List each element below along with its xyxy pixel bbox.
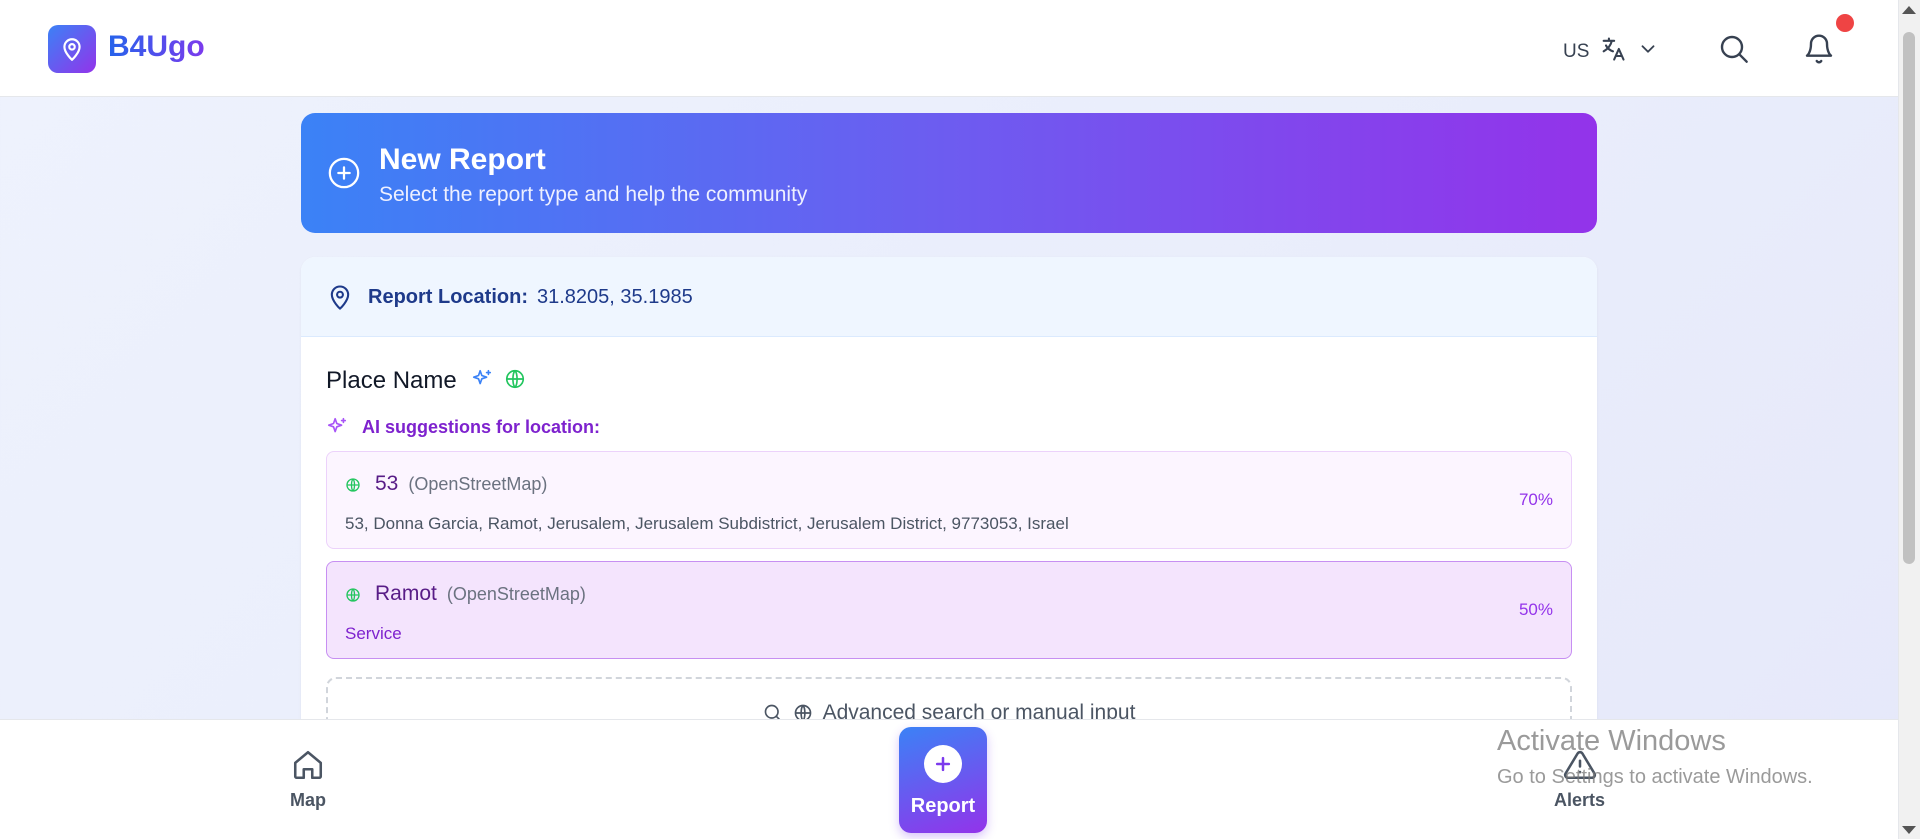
bell-icon[interactable] bbox=[1803, 32, 1835, 66]
chevron-down-icon bbox=[1641, 45, 1655, 53]
scroll-down-arrow[interactable] bbox=[1902, 826, 1916, 834]
globe-icon bbox=[346, 588, 360, 602]
suggestion-name: Ramot (OpenStreetMap) bbox=[375, 582, 586, 606]
suggestion-confidence: 50% bbox=[1518, 600, 1553, 619]
logo[interactable] bbox=[48, 25, 96, 73]
language-code: US bbox=[1563, 41, 1590, 62]
globe-icon bbox=[346, 478, 360, 492]
activate-windows-subtitle: Go to Settings to activate Windows. bbox=[1497, 766, 1813, 788]
activate-windows-title: Activate Windows bbox=[1497, 725, 1726, 757]
map-pin-icon bbox=[330, 285, 350, 310]
suggestion-confidence: 70% bbox=[1518, 490, 1553, 509]
banner-title: New Report bbox=[379, 143, 546, 176]
map-pin-icon bbox=[63, 38, 81, 61]
suggestion-item-selected[interactable]: Ramot (OpenStreetMap) Service 50% bbox=[326, 561, 1572, 659]
suggestion-description: Service bbox=[345, 624, 402, 643]
plus-circle-icon bbox=[328, 157, 360, 189]
app-name[interactable]: B4Ugo bbox=[108, 30, 205, 64]
suggestion-item[interactable]: 53 (OpenStreetMap) 53, Donna Garcia, Ramo… bbox=[326, 451, 1572, 549]
notification-badge bbox=[1836, 14, 1854, 32]
report-location-row: Report Location: 31.8205, 35.1985 bbox=[301, 257, 1597, 337]
sparkles-icon bbox=[327, 417, 347, 433]
nav-report-button[interactable]: Report bbox=[899, 727, 987, 833]
location-label: Report Location: bbox=[368, 286, 528, 308]
search-icon[interactable] bbox=[1718, 33, 1750, 65]
scroll-up-arrow[interactable] bbox=[1902, 6, 1916, 14]
globe-icon[interactable] bbox=[504, 368, 526, 390]
suggestion-description: 53, Donna Garcia, Ramot, Jerusalem, Jeru… bbox=[345, 514, 1069, 533]
suggestion-title: Ramot bbox=[375, 582, 437, 605]
location-value: 31.8205, 35.1985 bbox=[537, 286, 693, 308]
nav-alerts-label: Alerts bbox=[1554, 790, 1606, 810]
suggestion-name: 53 (OpenStreetMap) bbox=[375, 472, 547, 496]
nav-map[interactable]: Map bbox=[290, 748, 326, 811]
nav-map-label: Map bbox=[290, 790, 326, 810]
home-icon bbox=[293, 750, 323, 780]
translate-icon bbox=[1603, 37, 1625, 61]
banner-subtitle: Select the report type and help the comm… bbox=[379, 183, 808, 206]
place-name-title: Place Name bbox=[326, 367, 526, 395]
nav-report-label: Report bbox=[910, 795, 976, 817]
suggestion-source: (OpenStreetMap) bbox=[446, 584, 586, 604]
place-name-label: Place Name bbox=[326, 367, 457, 394]
new-report-banner: New Report Select the report type and he… bbox=[301, 113, 1597, 233]
top-header: B4Ugo US bbox=[0, 0, 1898, 97]
plus-icon bbox=[924, 745, 962, 783]
suggestion-title: 53 bbox=[375, 472, 399, 495]
scrollbar-thumb[interactable] bbox=[1903, 32, 1915, 564]
language-selector[interactable]: US bbox=[1563, 34, 1659, 64]
ai-suggestions-label: AI suggestions for location: bbox=[362, 417, 601, 437]
suggestion-source: (OpenStreetMap) bbox=[408, 474, 548, 494]
sparkles-icon[interactable] bbox=[471, 368, 493, 390]
